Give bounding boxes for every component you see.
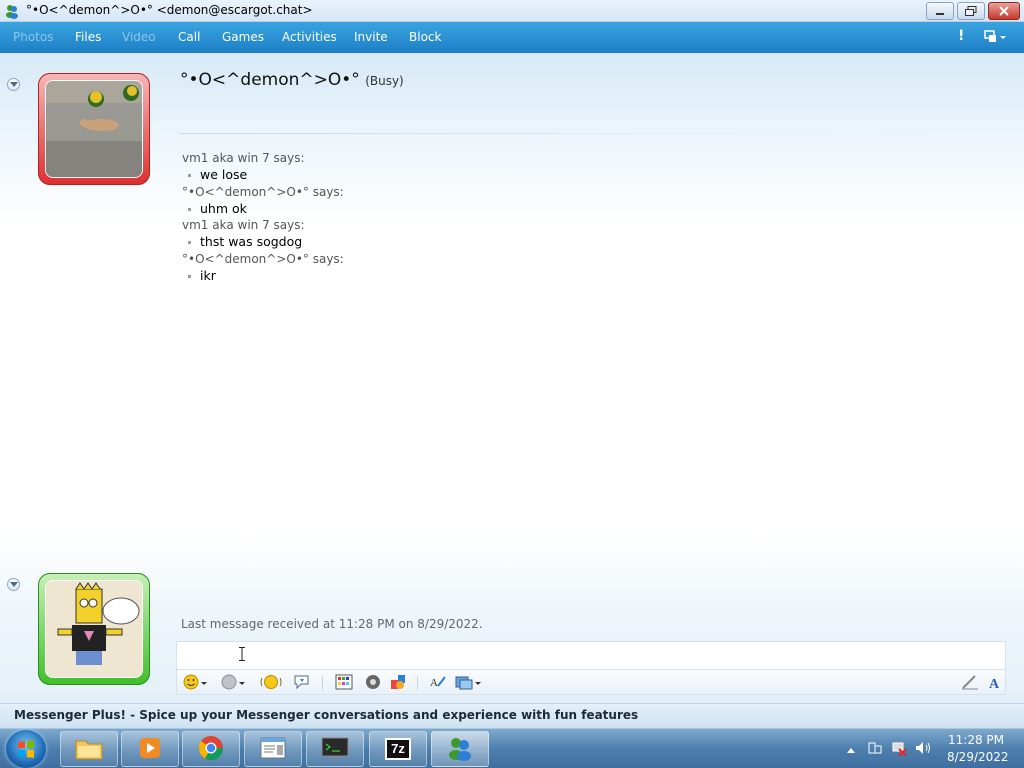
taskbar-7zip[interactable]: 7z — [369, 731, 427, 767]
ad-text[interactable]: Messenger Plus! - Spice up your Messenge… — [14, 708, 638, 722]
svg-text:A: A — [430, 677, 438, 689]
taskbar-messenger[interactable] — [431, 731, 489, 767]
message: vm1 aka win 7 says: we lose — [182, 150, 942, 184]
windows-logo-icon — [18, 740, 34, 758]
wink-icon — [221, 674, 237, 693]
clock-time[interactable]: 11:28 PM — [948, 733, 1004, 747]
ink-icon — [961, 674, 979, 693]
volume-icon[interactable] — [914, 740, 932, 759]
taskbar-chrome[interactable] — [182, 731, 240, 767]
font-button[interactable]: A — [987, 674, 1003, 692]
font-icon: A — [987, 674, 1003, 693]
message-history: vm1 aka win 7 says: we lose °•Ο<^demon^>… — [182, 150, 942, 284]
header-divider — [180, 133, 980, 134]
taskbar-explorer[interactable] — [60, 731, 118, 767]
layout-menu-icon[interactable] — [984, 30, 1006, 48]
games-button[interactable] — [390, 674, 406, 692]
message-text: uhm ok — [182, 201, 942, 218]
collapse-contact-icon[interactable] — [7, 78, 20, 91]
backgrounds-button[interactable] — [335, 674, 353, 692]
7zip-icon: 7z — [385, 738, 411, 760]
taskbar-notepad[interactable] — [244, 731, 302, 767]
handwriting-button[interactable]: A — [429, 674, 447, 692]
taskbar-media-player[interactable] — [121, 731, 179, 767]
backgrounds-icon — [335, 674, 353, 693]
menu-call[interactable]: Call — [178, 30, 200, 44]
contact-header: °•Ο<^demon^>Ο•° (Busy) — [180, 70, 404, 90]
conversation-area: °•Ο<^demon^>Ο•° (Busy) vm1 aka win 7 say… — [0, 53, 1024, 703]
chrome-icon — [197, 734, 225, 765]
alert-icon[interactable]: ! — [958, 28, 964, 44]
message-sender: vm1 aka win 7 says: — [182, 218, 305, 232]
menu-bar: Photos Files Video Call Games Activities… — [0, 22, 1024, 53]
media-player-icon — [137, 735, 163, 764]
message-sender: °•Ο<^demon^>Ο•° says: — [182, 251, 344, 266]
ad-bar[interactable]: Messenger Plus! - Spice up your Messenge… — [0, 703, 1024, 728]
menu-photos[interactable]: Photos — [13, 30, 53, 44]
sound-icon — [365, 674, 381, 693]
files-icon — [455, 674, 473, 693]
taskbar: 7z 11:28 PM 8/29/2022 — [0, 728, 1024, 768]
voice-clip-icon — [293, 674, 311, 693]
text-cursor-icon — [238, 647, 246, 661]
voice-clip-button[interactable] — [293, 674, 311, 692]
network-icon[interactable] — [891, 740, 907, 759]
send-file-button[interactable] — [455, 674, 481, 692]
message-sender: vm1 aka win 7 says: — [182, 151, 305, 165]
close-button[interactable] — [988, 2, 1020, 20]
menu-games[interactable]: Games — [222, 30, 264, 44]
message-input-container — [176, 641, 1006, 669]
start-button[interactable] — [6, 730, 46, 768]
messenger-taskbar-icon — [446, 735, 474, 764]
menu-video[interactable]: Video — [122, 30, 156, 44]
wink-button[interactable] — [221, 674, 245, 692]
message-input[interactable] — [177, 642, 1005, 669]
collapse-self-icon[interactable] — [7, 578, 20, 591]
clock-date[interactable]: 8/29/2022 — [947, 750, 1009, 764]
show-hidden-icons-icon[interactable] — [846, 743, 856, 757]
self-avatar — [45, 580, 143, 678]
nudge-button[interactable] — [260, 674, 282, 692]
window-title: °•Ο<^demon^>Ο•° <demon@escargot.chat> — [26, 3, 313, 17]
message: vm1 aka win 7 says: thst was sogdog — [182, 217, 942, 251]
contact-avatar — [45, 80, 143, 178]
ink-button[interactable] — [961, 674, 979, 692]
svg-text:A: A — [989, 677, 1000, 690]
emoticon-button[interactable] — [183, 674, 207, 692]
contact-name: °•Ο<^demon^>Ο•° — [180, 70, 360, 90]
emoticon-icon — [183, 674, 199, 693]
minimize-button[interactable] — [926, 2, 954, 20]
menu-invite[interactable]: Invite — [354, 30, 388, 44]
restore-button[interactable] — [957, 2, 985, 20]
messenger-icon — [4, 3, 20, 19]
menu-files[interactable]: Files — [75, 30, 101, 44]
taskbar-terminal[interactable] — [306, 731, 364, 767]
message-text: thst was sogdog — [182, 234, 942, 251]
last-message-status: Last message received at 11:28 PM on 8/2… — [181, 617, 483, 631]
message-text: ikr — [182, 268, 942, 285]
games-icon — [390, 674, 406, 693]
message: °•Ο<^demon^>Ο•° says: ikr — [182, 251, 942, 285]
menu-block[interactable]: Block — [409, 30, 441, 44]
sound-button[interactable] — [365, 674, 381, 692]
notepad-icon — [259, 736, 287, 763]
message-text: we lose — [182, 167, 942, 184]
contact-status: (Busy) — [365, 74, 404, 88]
message-sender: °•Ο<^demon^>Ο•° says: — [182, 184, 344, 199]
compose-toolbar: A A — [176, 669, 1006, 695]
handwriting-icon: A — [429, 674, 447, 693]
menu-activities[interactable]: Activities — [282, 30, 337, 44]
message: °•Ο<^demon^>Ο•° says: uhm ok — [182, 184, 942, 218]
action-center-icon[interactable] — [867, 740, 883, 759]
folder-icon — [74, 735, 104, 764]
title-bar: °•Ο<^demon^>Ο•° <demon@escargot.chat> — [0, 0, 1024, 22]
terminal-icon — [320, 736, 350, 763]
nudge-icon — [260, 674, 282, 693]
self-display-picture[interactable] — [38, 573, 150, 685]
contact-display-picture[interactable] — [38, 73, 150, 185]
